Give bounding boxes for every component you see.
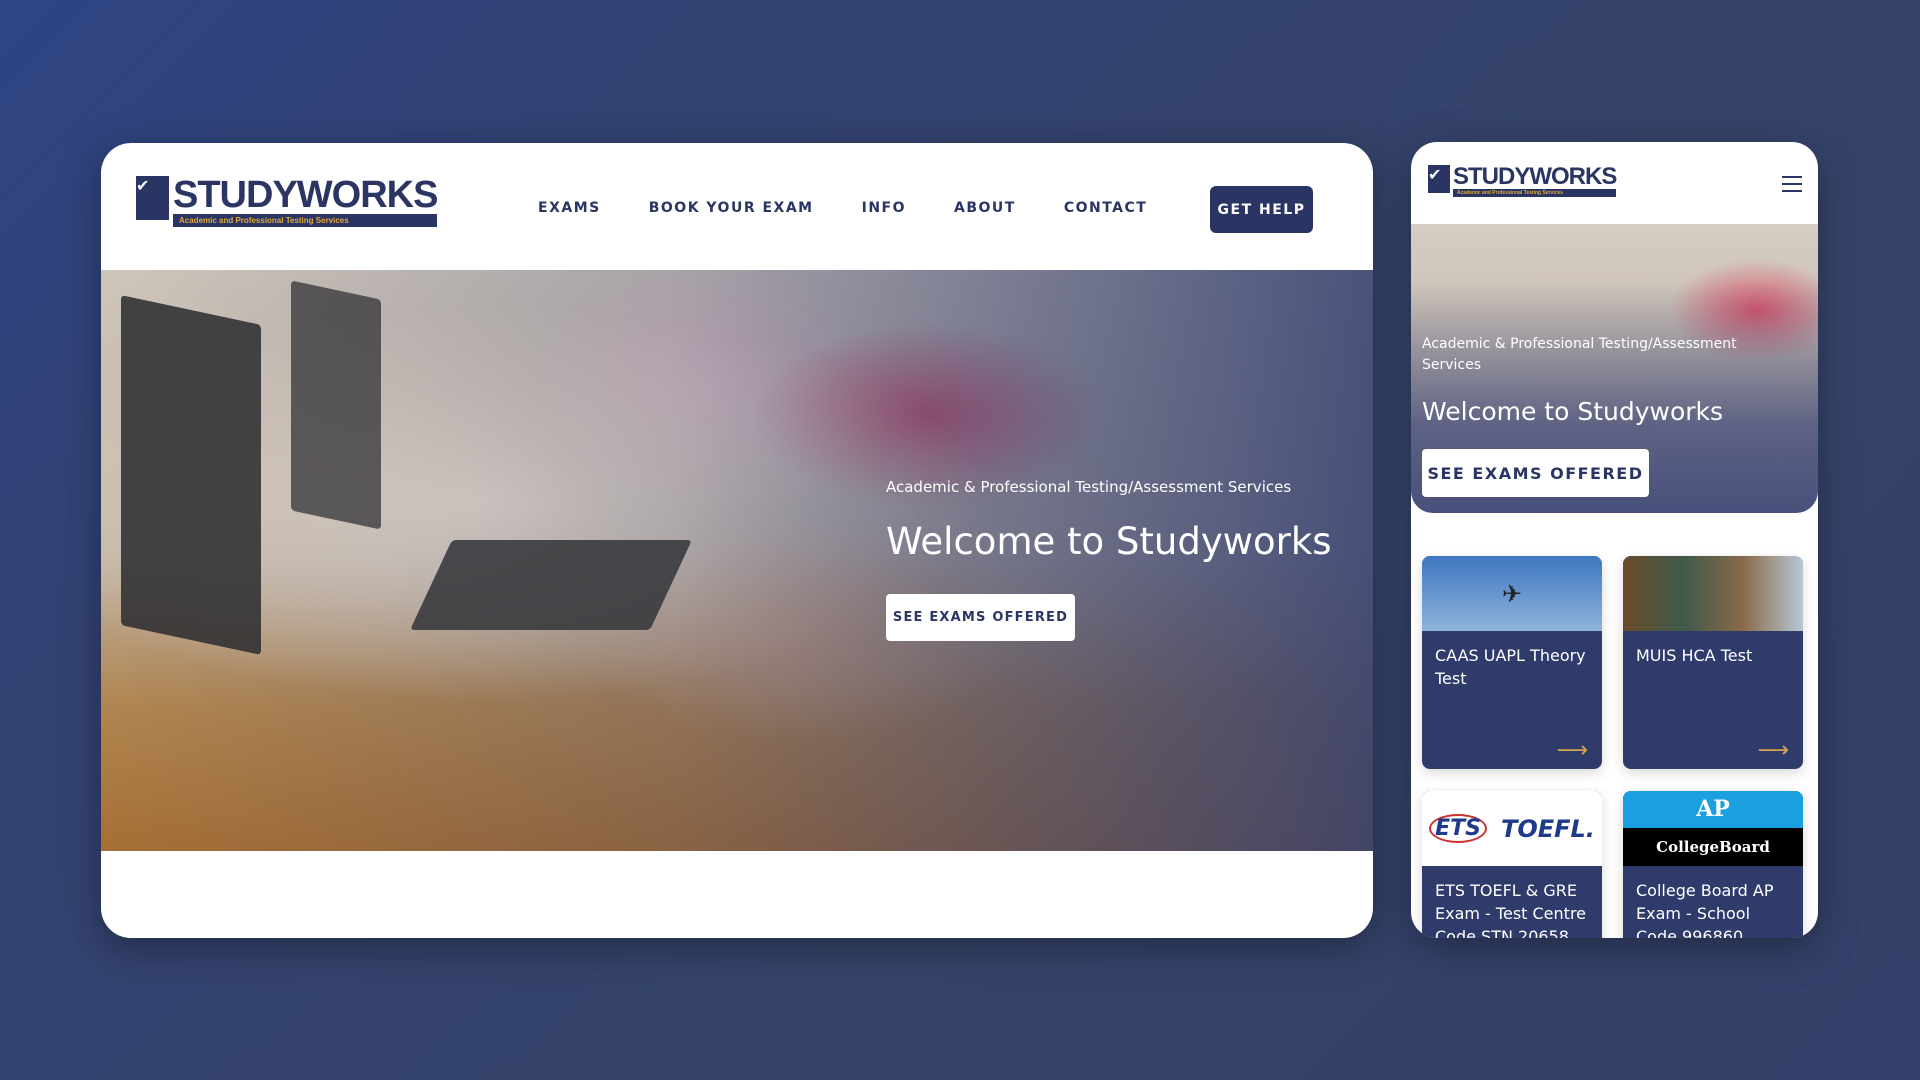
see-exams-button[interactable]: SEE EXAMS OFFERED <box>886 594 1075 641</box>
nav-exams[interactable]: EXAMS <box>538 200 601 216</box>
nav-info[interactable]: INFO <box>862 200 906 216</box>
hamburger-menu-icon[interactable] <box>1782 176 1802 192</box>
nav-about[interactable]: ABOUT <box>954 200 1016 216</box>
hero-title: Welcome to Studyworks <box>886 520 1332 563</box>
checkbox-logo-icon <box>136 176 169 220</box>
hero-subtitle: Academic & Professional Testing/Assessme… <box>1422 336 1737 373</box>
exam-card-muis[interactable]: MUIS HCA Test ⟶ <box>1623 556 1803 769</box>
checkbox-logo-icon <box>1428 165 1450 193</box>
hero-banner: Academic & Professional Testing/Assessme… <box>1411 224 1818 513</box>
desktop-preview: STUDYWORKS Academic and Professional Tes… <box>101 143 1373 938</box>
exam-card-ets-toefl[interactable]: ETS TOEFL. ETS TOEFL & GRE Exam - Test C… <box>1422 791 1602 938</box>
keyboard-image <box>410 540 692 630</box>
hero-banner: Academic & Professional Testing/Assessme… <box>101 270 1373 851</box>
see-exams-button[interactable]: SEE EXAMS OFFERED <box>1422 449 1649 497</box>
main-nav: EXAMS BOOK YOUR EXAM INFO ABOUT CONTACT <box>538 200 1147 216</box>
hero-subtitle: Academic & Professional Testing/Assessme… <box>886 478 1292 496</box>
ets-toefl-logo: ETS TOEFL. <box>1422 791 1602 866</box>
nav-contact[interactable]: CONTACT <box>1064 200 1148 216</box>
monitor-image <box>291 280 381 530</box>
ap-college-board-logo: AP CollegeBoard <box>1623 791 1803 866</box>
restaurant-image <box>1623 556 1803 631</box>
get-help-button[interactable]: GET HELP <box>1210 186 1313 233</box>
arrow-right-icon: ⟶ <box>1757 738 1789 763</box>
monitor-image <box>121 295 261 655</box>
mobile-preview: STUDYWORKS Academic and Professional Tes… <box>1411 142 1818 938</box>
hero-title: Welcome to Studyworks <box>1422 397 1724 426</box>
exam-card-caas[interactable]: ✈ CAAS UAPL Theory Test ⟶ <box>1422 556 1602 769</box>
drone-image: ✈ <box>1422 556 1602 631</box>
exam-card-college-board[interactable]: AP CollegeBoard College Board AP Exam - … <box>1623 791 1803 938</box>
studyworks-logo[interactable]: STUDYWORKS Academic and Professional Tes… <box>1428 165 1617 197</box>
arrow-right-icon: ⟶ <box>1556 738 1588 763</box>
studyworks-logo[interactable]: STUDYWORKS Academic and Professional Tes… <box>136 176 438 227</box>
nav-book-your-exam[interactable]: BOOK YOUR EXAM <box>649 200 814 216</box>
